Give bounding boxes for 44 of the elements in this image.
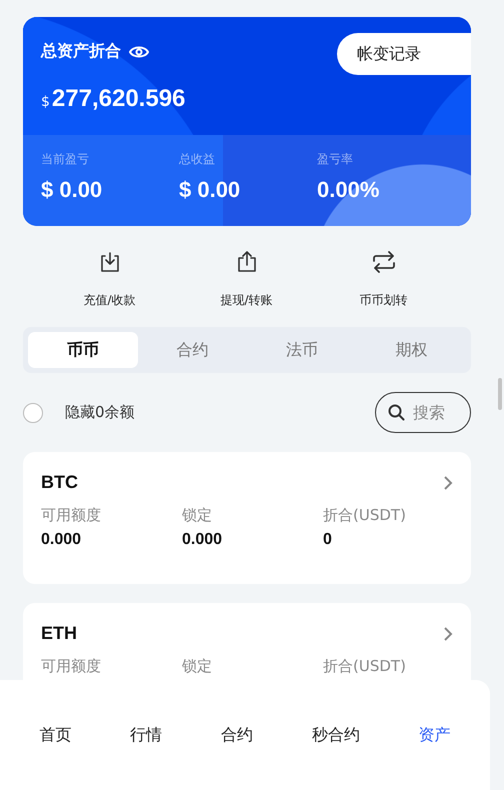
tab[interactable]: 法币 — [247, 332, 356, 368]
field-label: 锁定 — [182, 657, 213, 676]
hide-zero-label: 隐藏0余额 — [65, 403, 135, 422]
nav-item[interactable]: 资产 — [412, 720, 457, 750]
nav-item[interactable]: 行情 — [124, 720, 168, 750]
scrollbar[interactable] — [498, 378, 502, 410]
total-assets-title: 总资产折合 — [41, 41, 121, 62]
chevron-right-icon — [443, 626, 453, 642]
field-value: 0 — [323, 531, 333, 549]
stat-label: 总收益 — [179, 151, 216, 168]
coin-symbol: ETH — [41, 623, 77, 644]
hide-zero-checkbox[interactable] — [23, 402, 43, 422]
tab[interactable]: 币币 — [28, 332, 138, 368]
stat-value: $ 0.00 — [179, 177, 242, 203]
nav-item[interactable]: 秒合约 — [306, 720, 366, 750]
field-value: 0.000 — [182, 531, 224, 549]
eye-icon[interactable] — [129, 44, 149, 58]
action-button[interactable]: 币币划转 — [315, 250, 452, 309]
tab[interactable]: 合约 — [138, 332, 247, 368]
chevron-right-icon — [443, 474, 453, 490]
stat-label: 盈亏率 — [317, 151, 354, 168]
history-button[interactable]: 帐变记录 — [337, 33, 471, 75]
search-icon — [388, 404, 405, 421]
nav-item[interactable]: 首页 — [33, 720, 78, 750]
total-assets-value: 277,620.596 — [52, 85, 186, 113]
tab[interactable]: 期权 — [356, 332, 466, 368]
stat-value: $ 0.00 — [41, 177, 104, 203]
coin-symbol: BTC — [41, 472, 78, 493]
nav-item[interactable]: 合约 — [214, 720, 259, 750]
asset-card[interactable]: BTC 可用额度 0.000 锁定 0.000 折合(USDT) 0 — [23, 452, 471, 584]
field-label: 折合(USDT) — [323, 657, 407, 676]
stat-value: 0.00% — [317, 177, 380, 203]
stat-label: 当前盈亏 — [41, 151, 90, 168]
field-label: 折合(USDT) — [323, 506, 407, 525]
field-value: 0.000 — [41, 531, 82, 549]
asset-card[interactable]: ETH 可用额度 锁定 折合(USDT) — [23, 603, 471, 680]
transfer-icon — [370, 250, 396, 274]
field-label: 可用额度 — [41, 506, 102, 525]
field-label: 锁定 — [182, 506, 213, 525]
action-button[interactable]: 提现/转账 — [178, 250, 315, 309]
action-button[interactable]: 充值/收款 — [41, 250, 178, 309]
currency-sign: $ — [41, 94, 50, 110]
field-label: 可用额度 — [41, 657, 102, 676]
search-field[interactable]: 搜索 — [375, 392, 471, 433]
